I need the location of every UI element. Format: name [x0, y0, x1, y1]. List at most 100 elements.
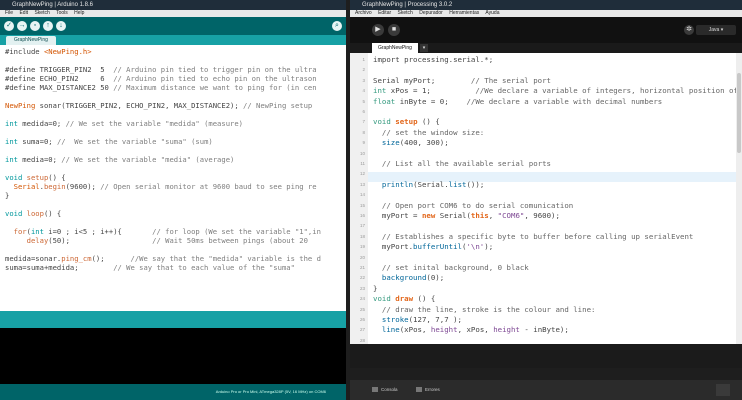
scrollbar-thumb[interactable] [737, 73, 741, 153]
menu-depurador[interactable]: Depurador [419, 10, 443, 16]
code-line: line(xPos, height, xPos, height - inByte… [373, 325, 569, 335]
code-token: // for loop (We set the variable "1",in [152, 227, 321, 236]
menu-sketch[interactable]: Sketch [398, 10, 413, 16]
arduino-console [0, 328, 346, 384]
code-line: // Establishes a specific byte to buffer… [373, 232, 693, 242]
code-token: int [5, 155, 18, 164]
arduino-status-bar [0, 311, 346, 328]
code-token: suma=0; [17, 137, 57, 146]
run-button[interactable]: ▶ [372, 24, 384, 36]
menu-herramientas[interactable]: Herramientas [449, 10, 479, 16]
line-number: 8 [362, 129, 365, 135]
line-number: 26 [359, 317, 365, 322]
code-line: Serial.begin(9600); // Open serial monit… [5, 182, 317, 191]
processing-code-editor[interactable]: import processing.serial.*; Serial myPort… [368, 53, 736, 344]
menu-tools[interactable]: Tools [56, 10, 68, 16]
line-number: 17 [359, 223, 365, 229]
code-token: stroke [381, 315, 409, 324]
code-line: int suma=0; // We set the variable "suma… [5, 137, 213, 146]
code-token: #define TRIGGER_PIN2 5 [5, 65, 114, 74]
code-token: // set the window size: [381, 127, 485, 137]
upload-button[interactable]: → [17, 21, 27, 31]
open-button[interactable]: ↑ [43, 21, 53, 31]
code-token: <NewPing.h> [43, 47, 92, 56]
code-line: suma=suma+medida; // We say that to each… [5, 263, 295, 272]
code-token: //We declare a variable with decimal num… [466, 96, 663, 106]
code-token: () { [48, 173, 66, 182]
code-token: height [430, 325, 458, 335]
mode-selector[interactable]: Java ▾ [696, 25, 736, 35]
tab-errors[interactable]: Errores [416, 385, 440, 395]
menu-file[interactable]: File [5, 10, 13, 16]
code-token: // Arduino pin tied to echo pin on the u… [113, 74, 317, 83]
code-line: medida=sonar.ping_cm(); //We say that th… [5, 254, 321, 263]
code-line: #include <NewPing.h> [5, 47, 92, 56]
code-token: // Open serial monitor at 9600 baud to s… [100, 182, 317, 191]
line-number: 23 [359, 285, 365, 291]
menu-archivo[interactable]: Archivo [355, 10, 372, 16]
menu-editar[interactable]: Editar [378, 10, 391, 16]
code-line: // set the window size: [373, 128, 484, 138]
line-number: 9 [362, 140, 365, 146]
code-token: (400, 300); [399, 138, 449, 148]
arduino-tab-row: GraphNewPing [0, 35, 346, 45]
code-token: Serial [417, 179, 445, 189]
code-token: (127, 7,7 ); [408, 315, 463, 324]
code-token: sonar(TRIGGER_PIN2, ECHO_PIN2, MAX_DISTA… [35, 101, 244, 110]
code-token: delay [26, 236, 49, 245]
stop-button[interactable]: ■ [388, 24, 400, 36]
code-token: int [30, 227, 44, 236]
code-token: (50); [48, 236, 153, 245]
menu-help[interactable]: Help [74, 10, 84, 16]
code-token: } [373, 283, 378, 293]
tab-graphnewping[interactable]: GraphNewPing [372, 43, 418, 53]
code-token: , 9600); [524, 211, 560, 220]
line-number: 16 [359, 213, 365, 218]
line-number: 19 [359, 244, 365, 250]
line-number: 11 [360, 161, 365, 166]
error-toggle-button[interactable] [716, 384, 730, 396]
code-line: void setup() { [5, 173, 66, 182]
console-icon [372, 387, 378, 393]
tab-console[interactable]: Consola [372, 385, 398, 395]
line-number: 27 [359, 327, 365, 333]
code-line: #define ECHO_PIN2 6 // Arduino pin tied … [5, 74, 317, 83]
code-token: - inByte); [519, 325, 569, 335]
code-token: ); [484, 242, 494, 252]
menu-edit[interactable]: Edit [19, 10, 28, 16]
code-token: //We declare a variable of integers, hor… [475, 86, 736, 96]
line-number: 7 [362, 119, 365, 125]
arduino-code-editor[interactable]: #include <NewPing.h> #define TRIGGER_PIN2… [0, 45, 346, 311]
code-token: for [13, 227, 27, 236]
code-token: // We set the variable "media" (average) [61, 155, 235, 164]
code-token: Serial [13, 182, 40, 191]
code-token: (0); [426, 273, 445, 283]
vertical-scrollbar[interactable] [736, 53, 742, 344]
code-token: void [373, 294, 391, 304]
save-button[interactable]: ↓ [56, 21, 66, 31]
menu-sketch[interactable]: Sketch [34, 10, 49, 16]
code-token: size [381, 138, 400, 148]
code-line: background(0); [373, 273, 444, 283]
line-number: 28 [359, 337, 365, 343]
code-token: () { [413, 294, 436, 304]
debug-button[interactable]: ✲ [684, 25, 694, 35]
code-line: delay(50); // Wait 50ms between pings (a… [5, 236, 308, 245]
code-token: list [448, 179, 467, 189]
code-line: // draw the line, stroke is the colour a… [373, 305, 596, 315]
code-token: // set inital background, 0 black [381, 263, 529, 272]
new-button[interactable]: ▫ [30, 21, 40, 31]
verify-button[interactable]: ✓ [4, 21, 14, 31]
code-token: '\n' [466, 242, 485, 252]
serial-monitor-button[interactable]: ⌕ [332, 21, 342, 31]
arduino-board-info: Arduino Pro or Pro Mini, ATmega328P (5V,… [0, 384, 346, 400]
stop-icon: ■ [391, 26, 397, 33]
menu-ayuda[interactable]: Ayuda [485, 10, 499, 16]
code-token: #define MAX_DISTANCE2 50 [5, 83, 114, 92]
code-token: draw [395, 294, 414, 304]
code-line: println(Serial.list()); [373, 180, 484, 190]
tab-graphnewping[interactable]: GraphNewPing [6, 36, 56, 45]
code-line: void setup () { [373, 117, 440, 127]
tab-menu-button[interactable]: ▾ [420, 44, 428, 52]
